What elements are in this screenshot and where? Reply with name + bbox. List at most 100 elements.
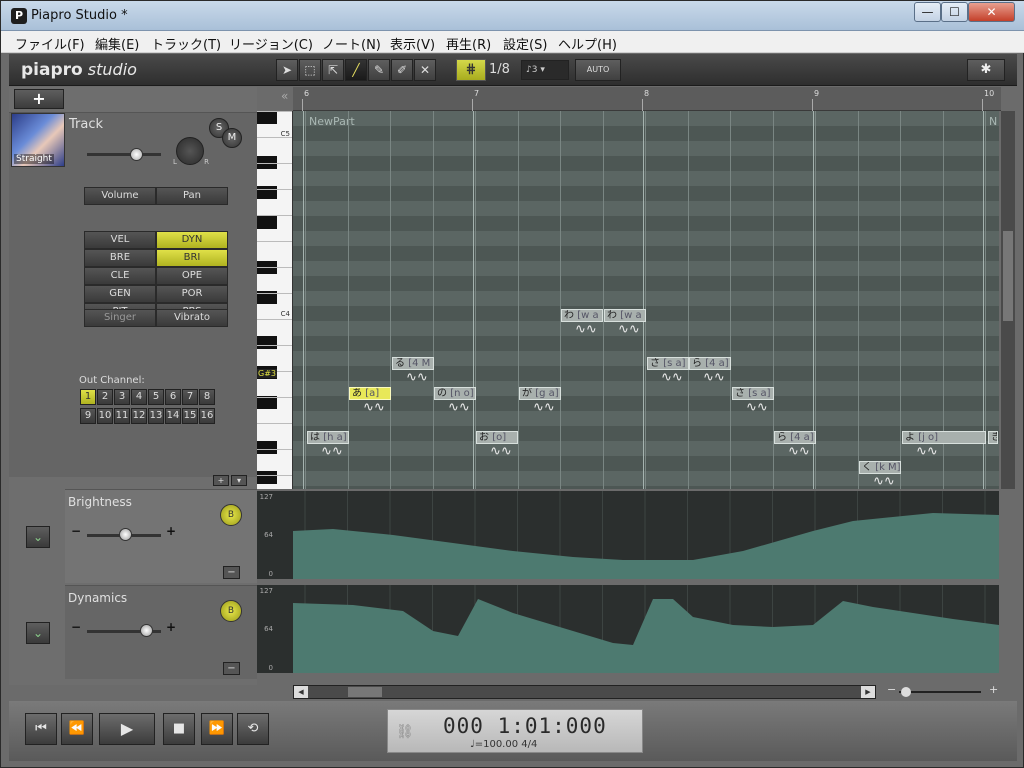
dynamics-slider-handle[interactable] (140, 624, 154, 637)
channel-5-button[interactable]: 5 (148, 389, 164, 405)
brush-tool-icon[interactable]: ✐ (391, 59, 413, 81)
param-dyn-button[interactable]: DYN (156, 231, 228, 249)
mute-button[interactable]: M (222, 128, 242, 148)
curve-b-button[interactable]: B (220, 600, 242, 622)
menu-file[interactable]: ファイル(F) (15, 34, 85, 53)
scroll-left-icon[interactable]: ◀ (294, 686, 308, 698)
param-cle-button[interactable]: CLE (84, 267, 156, 285)
plus-icon[interactable]: + (166, 524, 176, 538)
note[interactable]: の [n o] (434, 387, 476, 400)
quantize-value[interactable]: 1/8 (489, 62, 510, 77)
scrollbar-thumb[interactable] (1003, 231, 1013, 321)
zoom-out-icon[interactable]: − (887, 683, 896, 696)
quantize-dropdown[interactable]: ♪3 ▾ (521, 60, 569, 80)
black-key[interactable] (257, 471, 277, 484)
stop-icon[interactable]: ■ (163, 713, 195, 745)
collapse-curve-button[interactable]: − (223, 566, 240, 579)
settings-gear-icon[interactable]: ✱ (967, 59, 1005, 81)
channel-2-button[interactable]: 2 (97, 389, 113, 405)
arrow-tool-icon[interactable]: ➤ (276, 59, 298, 81)
curve-area[interactable] (293, 513, 999, 579)
note[interactable]: わ [w a (604, 309, 646, 322)
maximize-button[interactable]: ☐ (941, 2, 968, 22)
note[interactable]: く [k M] (859, 461, 901, 474)
menu-region[interactable]: リージョン(C) (229, 34, 313, 53)
note[interactable]: あ [a] (349, 387, 391, 400)
horizontal-scrollbar[interactable]: ◀ ▶ (293, 685, 876, 699)
channel-6-button[interactable]: 6 (165, 389, 181, 405)
singer-button[interactable]: Singer (84, 309, 156, 327)
add-param-button[interactable]: + (213, 475, 229, 486)
menu-playback[interactable]: 再生(R) (446, 34, 491, 53)
menu-view[interactable]: 表示(V) (390, 34, 435, 53)
note[interactable]: ら [4 a] (774, 431, 816, 444)
track-name[interactable]: Track (69, 117, 103, 132)
volume-slider-handle[interactable] (129, 148, 143, 161)
channel-16-button[interactable]: 16 (199, 408, 215, 424)
auto-button[interactable]: AUTO (575, 59, 621, 81)
channel-3-button[interactable]: 3 (114, 389, 130, 405)
eraser-tool-icon[interactable]: ✕ (414, 59, 436, 81)
black-key[interactable] (257, 441, 277, 454)
piano-keyboard[interactable]: C5 C4 G#3 (257, 111, 293, 489)
note[interactable]: お [o] (476, 431, 518, 444)
zoom-handle[interactable] (901, 687, 911, 697)
note[interactable]: さ [s a] (647, 357, 689, 370)
note[interactable]: ら [4 a] (689, 357, 731, 370)
add-track-button[interactable]: + (14, 89, 64, 109)
minus-icon[interactable]: − (71, 524, 81, 538)
minus-icon[interactable]: − (71, 620, 81, 634)
param-ope-button[interactable]: OPE (156, 267, 228, 285)
rewind-icon[interactable]: ⏪ (61, 713, 93, 745)
channel-4-button[interactable]: 4 (131, 389, 147, 405)
go-to-start-icon[interactable]: ⏮ (25, 713, 57, 745)
channel-14-button[interactable]: 14 (165, 408, 181, 424)
minimize-button[interactable]: — (914, 2, 941, 22)
note-grid[interactable]: NewPart は [h a] ∿∿ あ [a] ∿∿ る [4 M ∿∿ の [n o] ∿… (293, 111, 999, 489)
scroll-right-icon[interactable]: ▶ (861, 686, 875, 698)
vibrato-button[interactable]: Vibrato (156, 309, 228, 327)
menu-help[interactable]: ヘルプ(H) (558, 34, 617, 53)
loop-icon[interactable]: ⟲ (237, 713, 269, 745)
close-button[interactable]: ✕ (968, 2, 1015, 22)
note[interactable]: は [h a] (307, 431, 349, 444)
menu-track[interactable]: トラック(T) (151, 34, 221, 53)
snap-grid-button[interactable]: ⋕ (456, 59, 486, 81)
menu-edit[interactable]: 編集(E) (95, 34, 139, 53)
channel-8-button[interactable]: 8 (199, 389, 215, 405)
param-menu-button[interactable]: ▾ (231, 475, 247, 486)
zoom-slider[interactable]: − + (887, 683, 998, 697)
pencil-tool-icon[interactable]: ✎ (368, 59, 390, 81)
note[interactable]: る [4 M (392, 357, 434, 370)
black-key[interactable] (257, 336, 277, 349)
channel-12-button[interactable]: 12 (131, 408, 147, 424)
black-key[interactable] (257, 111, 277, 124)
plus-icon[interactable]: + (166, 620, 176, 634)
brightness-slider-handle[interactable] (119, 528, 133, 541)
curve-b-button[interactable]: B (220, 504, 242, 526)
note[interactable]: さ [s a] (732, 387, 774, 400)
note[interactable]: わ [w a (561, 309, 603, 322)
channel-10-button[interactable]: 10 (97, 408, 113, 424)
curve-area[interactable] (293, 599, 999, 673)
scrollbar-thumb[interactable] (348, 687, 382, 697)
vertical-scrollbar[interactable] (1001, 111, 1015, 489)
channel-1-button[interactable]: 1 (80, 389, 96, 405)
volume-button[interactable]: Volume (84, 187, 156, 205)
volume-slider[interactable] (87, 153, 161, 156)
param-gen-button[interactable]: GEN (84, 285, 156, 303)
brightness-curve[interactable] (293, 491, 999, 579)
dynamics-curve[interactable] (293, 585, 999, 673)
menu-note[interactable]: ノート(N) (322, 34, 381, 53)
channel-15-button[interactable]: 15 (182, 408, 198, 424)
param-bri-button[interactable]: BRI (156, 249, 228, 267)
note[interactable]: よ [j o] (902, 431, 986, 444)
collapse-curve-button[interactable]: − (223, 662, 240, 675)
note[interactable]: が [g a] (519, 387, 561, 400)
fast-forward-icon[interactable]: ⏩ (201, 713, 233, 745)
chevron-down-icon[interactable]: ⌄ (26, 622, 50, 644)
param-bre-button[interactable]: BRE (84, 249, 156, 267)
play-icon[interactable]: ▶ (99, 713, 155, 745)
zoom-in-icon[interactable]: + (989, 683, 998, 696)
menu-settings[interactable]: 設定(S) (503, 34, 547, 53)
